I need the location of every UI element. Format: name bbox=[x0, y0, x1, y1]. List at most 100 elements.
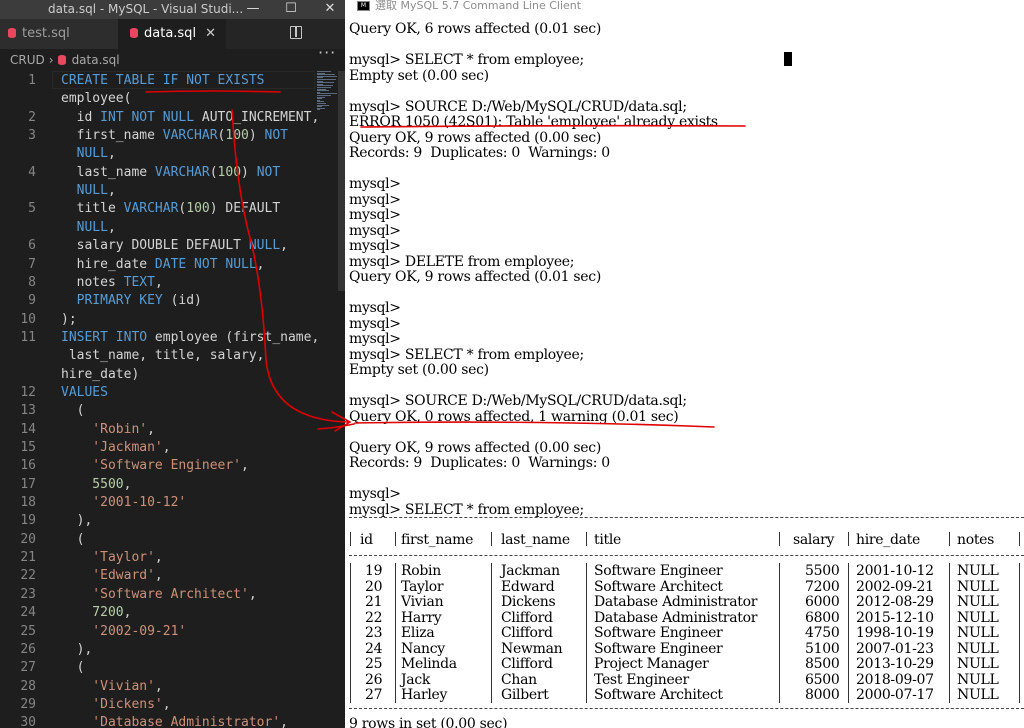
console-prompt-line: mysql> bbox=[349, 300, 401, 316]
line-number: 23 bbox=[20, 586, 36, 602]
maximize-button[interactable]: ☐ bbox=[276, 0, 306, 19]
database-file-icon bbox=[130, 28, 138, 38]
line-number: 20 bbox=[20, 531, 36, 547]
code-line: first_name VARCHAR(100) NOT bbox=[61, 128, 288, 143]
table-cell: NULL bbox=[957, 609, 999, 626]
database-file-icon bbox=[57, 55, 66, 65]
code-line: employee( bbox=[61, 91, 131, 106]
code-token: ) bbox=[248, 128, 265, 144]
code-token: , bbox=[147, 421, 155, 437]
table-cell: Melinda bbox=[401, 656, 457, 672]
breadcrumb-folder[interactable]: CRUD bbox=[10, 53, 45, 67]
code-token: VALUES bbox=[61, 384, 108, 400]
code-line: INSERT INTO employee (first_name, bbox=[61, 330, 319, 345]
line-number: 18 bbox=[20, 495, 36, 511]
mysql-console-window[interactable]: M 選取 MySQL 5.7 Command Line Client Query… bbox=[345, 0, 1024, 728]
code-token: INT NOT NULL bbox=[100, 109, 195, 125]
line-number: 15 bbox=[20, 440, 36, 455]
editor-scrollbar[interactable] bbox=[338, 71, 345, 291]
tab-test-sql[interactable]: test.sql bbox=[0, 19, 118, 49]
table-cell: Jackman bbox=[501, 563, 560, 579]
split-editor-icon[interactable] bbox=[290, 26, 302, 39]
console-prompt-line: mysql> bbox=[349, 238, 401, 254]
line-number: 29 bbox=[20, 696, 36, 712]
code-token: employee( bbox=[61, 91, 132, 107]
table-header-cell: first_name bbox=[401, 532, 474, 548]
table-cell: Harley bbox=[401, 687, 448, 703]
line-number: 9 bbox=[28, 293, 36, 309]
code-line: ( bbox=[61, 532, 85, 547]
console-prompt-line: mysql> SELECT * from employee; bbox=[349, 52, 584, 68]
close-window-button[interactable]: ✕ bbox=[315, 0, 345, 19]
code-token: 'Software Engineer' bbox=[61, 458, 242, 474]
table-cell: Robin bbox=[401, 563, 441, 579]
table-cell: Software Engineer bbox=[594, 640, 723, 657]
console-window-title: 選取 MySQL 5.7 Command Line Client bbox=[375, 0, 582, 12]
table-cell: 26 bbox=[365, 671, 383, 688]
code-token: , bbox=[162, 696, 171, 712]
table-header-cell: notes bbox=[957, 532, 995, 548]
table-column-separator bbox=[1019, 532, 1020, 546]
table-cell: 21 bbox=[365, 594, 383, 610]
line-number: 24 bbox=[20, 605, 36, 621]
line-number: 30 bbox=[20, 715, 36, 728]
code-token: title bbox=[61, 201, 124, 217]
close-tab-icon[interactable]: ✕ bbox=[205, 19, 216, 49]
console-output-line: Records: 9 Duplicates: 0 Warnings: 0 bbox=[349, 455, 610, 471]
code-line: CREATE TABLE IF NOT EXISTS bbox=[61, 73, 265, 88]
code-line: 'Vivian', bbox=[61, 679, 162, 694]
table-cell: Chan bbox=[501, 671, 537, 688]
minimize-button[interactable]: — bbox=[238, 0, 268, 19]
breadcrumb-file[interactable]: data.sql bbox=[72, 53, 120, 67]
code-line: VALUES bbox=[61, 385, 108, 400]
line-number: 1 bbox=[28, 73, 36, 88]
code-token: , bbox=[123, 476, 132, 492]
code-token: ( bbox=[61, 403, 85, 419]
line-number: 22 bbox=[20, 568, 36, 584]
table-cell: 2002-09-21 bbox=[856, 578, 934, 595]
code-line: ( bbox=[61, 660, 85, 675]
table-cell: 4750 bbox=[805, 625, 840, 641]
console-output-line: Query OK, 9 rows affected (0.00 sec) bbox=[349, 439, 601, 456]
code-token: 'Software Architect' bbox=[61, 586, 249, 602]
table-cell: NULL bbox=[957, 640, 999, 657]
table-cell: Software Engineer bbox=[594, 625, 723, 641]
console-output-line: Query OK, 0 rows affected, 1 warning (0.… bbox=[349, 408, 679, 425]
code-token: , bbox=[256, 256, 265, 272]
table-column-separator bbox=[395, 563, 396, 703]
table-cell: 2001-10-12 bbox=[856, 563, 934, 579]
code-token: ), bbox=[61, 513, 93, 529]
table-cell: 2000-07-17 bbox=[856, 687, 934, 703]
code-token: VARCHAR bbox=[123, 201, 179, 217]
line-number: 12 bbox=[20, 384, 36, 400]
code-line: 'Dickens', bbox=[61, 696, 171, 712]
table-border bbox=[349, 517, 1024, 518]
table-column-separator bbox=[491, 563, 492, 703]
table-column-separator bbox=[779, 563, 780, 703]
code-line: '2001-10-12' bbox=[61, 495, 186, 510]
code-token: , bbox=[248, 586, 257, 602]
table-column-separator bbox=[848, 563, 849, 703]
table-cell: Software Architect bbox=[594, 578, 723, 595]
code-line: salary DOUBLE DEFAULT NULL, bbox=[61, 238, 288, 253]
code-line: NULL, bbox=[61, 146, 116, 161]
code-line: 'Software Engineer', bbox=[61, 458, 249, 473]
table-cell: Software Architect bbox=[594, 687, 723, 703]
line-number: 5 bbox=[28, 201, 36, 217]
line-number: 4 bbox=[28, 164, 36, 180]
table-header-cell: salary bbox=[793, 532, 835, 548]
code-token: 7200 bbox=[61, 605, 124, 621]
line-number: 19 bbox=[20, 513, 36, 529]
code-token: 'Robin' bbox=[61, 421, 148, 437]
console-prompt-line: mysql> bbox=[349, 176, 401, 192]
code-line: last_name, title, salary, bbox=[61, 348, 265, 363]
table-cell: 6500 bbox=[805, 671, 840, 688]
code-line: last_name VARCHAR(100) NOT bbox=[61, 165, 281, 180]
vscode-window: data.sql - MySQL - Visual Studi... — ☐ ✕… bbox=[0, 0, 345, 728]
code-token: , bbox=[123, 605, 132, 621]
table-cell: 2013-10-29 bbox=[856, 656, 934, 672]
tab-data-sql[interactable]: data.sql ✕ bbox=[118, 19, 226, 49]
line-number: 11 bbox=[20, 329, 36, 345]
table-cell: 20 bbox=[365, 578, 383, 595]
table-column-separator bbox=[949, 532, 950, 546]
